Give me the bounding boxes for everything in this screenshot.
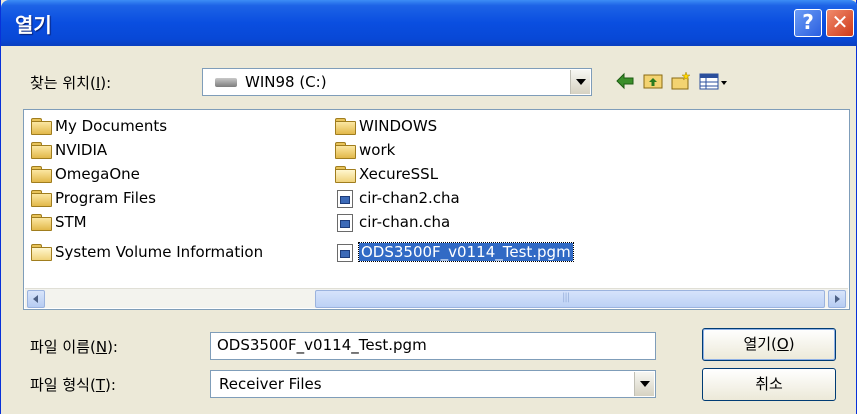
file-icon <box>334 213 356 232</box>
file-icon <box>334 243 356 262</box>
list-item[interactable]: STM <box>30 210 87 233</box>
list-item[interactable]: work <box>334 138 395 161</box>
folder-icon <box>30 243 52 261</box>
list-item[interactable]: Program Files <box>30 186 156 209</box>
list-item[interactable]: cir-chan.cha <box>334 210 450 233</box>
lookin-label: 찾는 위치(I): <box>30 74 112 92</box>
hard-drive-icon <box>215 78 237 87</box>
list-item[interactable]: cir-chan2.cha <box>334 186 460 209</box>
scroll-left-button[interactable] <box>27 290 45 308</box>
file-icon <box>334 189 356 208</box>
folder-icon <box>334 165 356 183</box>
list-item[interactable]: NVIDIA <box>30 138 107 161</box>
lookin-value: WIN98 (C:) <box>245 73 327 91</box>
file-list[interactable]: My Documents NVIDIA OmegaOne Program Fil… <box>23 109 850 310</box>
folder-icon <box>30 141 52 159</box>
folder-icon <box>334 117 356 135</box>
filetype-dropdown-arrow[interactable] <box>634 372 654 396</box>
window-title: 열기 <box>15 13 52 37</box>
lookin-dropdown-arrow[interactable] <box>570 70 590 94</box>
list-item[interactable]: My Documents <box>30 114 167 137</box>
filename-input[interactable]: ODS3500F_v0114_Test.pgm <box>210 332 656 360</box>
filename-label: 파일 이름(N): <box>30 338 118 356</box>
folder-icon <box>30 117 52 135</box>
filetype-select[interactable]: Receiver Files <box>210 370 656 398</box>
horizontal-scrollbar[interactable] <box>25 288 848 308</box>
list-item-selected[interactable]: ODS3500F_v0114_Test.pgm <box>334 240 574 263</box>
view-menu-icon[interactable] <box>698 70 730 92</box>
folder-icon <box>30 213 52 231</box>
open-button[interactable]: 열기(O) <box>702 328 836 361</box>
title-bar[interactable]: 열기 ? ✕ <box>1 0 857 46</box>
up-folder-icon[interactable] <box>642 70 664 92</box>
folder-icon <box>30 189 52 207</box>
lookin-combo[interactable]: WIN98 (C:) <box>202 68 592 96</box>
help-button[interactable]: ? <box>794 9 822 37</box>
scroll-right-button[interactable] <box>828 290 846 308</box>
scroll-thumb[interactable] <box>315 290 825 308</box>
close-button[interactable]: ✕ <box>826 9 854 37</box>
filetype-label: 파일 형식(T): <box>30 376 116 394</box>
new-folder-icon[interactable] <box>670 70 692 92</box>
folder-icon <box>334 141 356 159</box>
open-dialog: 열기 ? ✕ 찾는 위치(I): WIN98 (C:) My Documents… <box>0 0 857 414</box>
back-icon[interactable] <box>614 70 636 92</box>
list-item[interactable]: System Volume Information <box>30 240 263 263</box>
list-item[interactable]: XecureSSL <box>334 162 438 185</box>
list-item[interactable]: WINDOWS <box>334 114 437 137</box>
cancel-button[interactable]: 취소 <box>702 368 836 401</box>
list-item[interactable]: OmegaOne <box>30 162 140 185</box>
folder-icon <box>30 165 52 183</box>
